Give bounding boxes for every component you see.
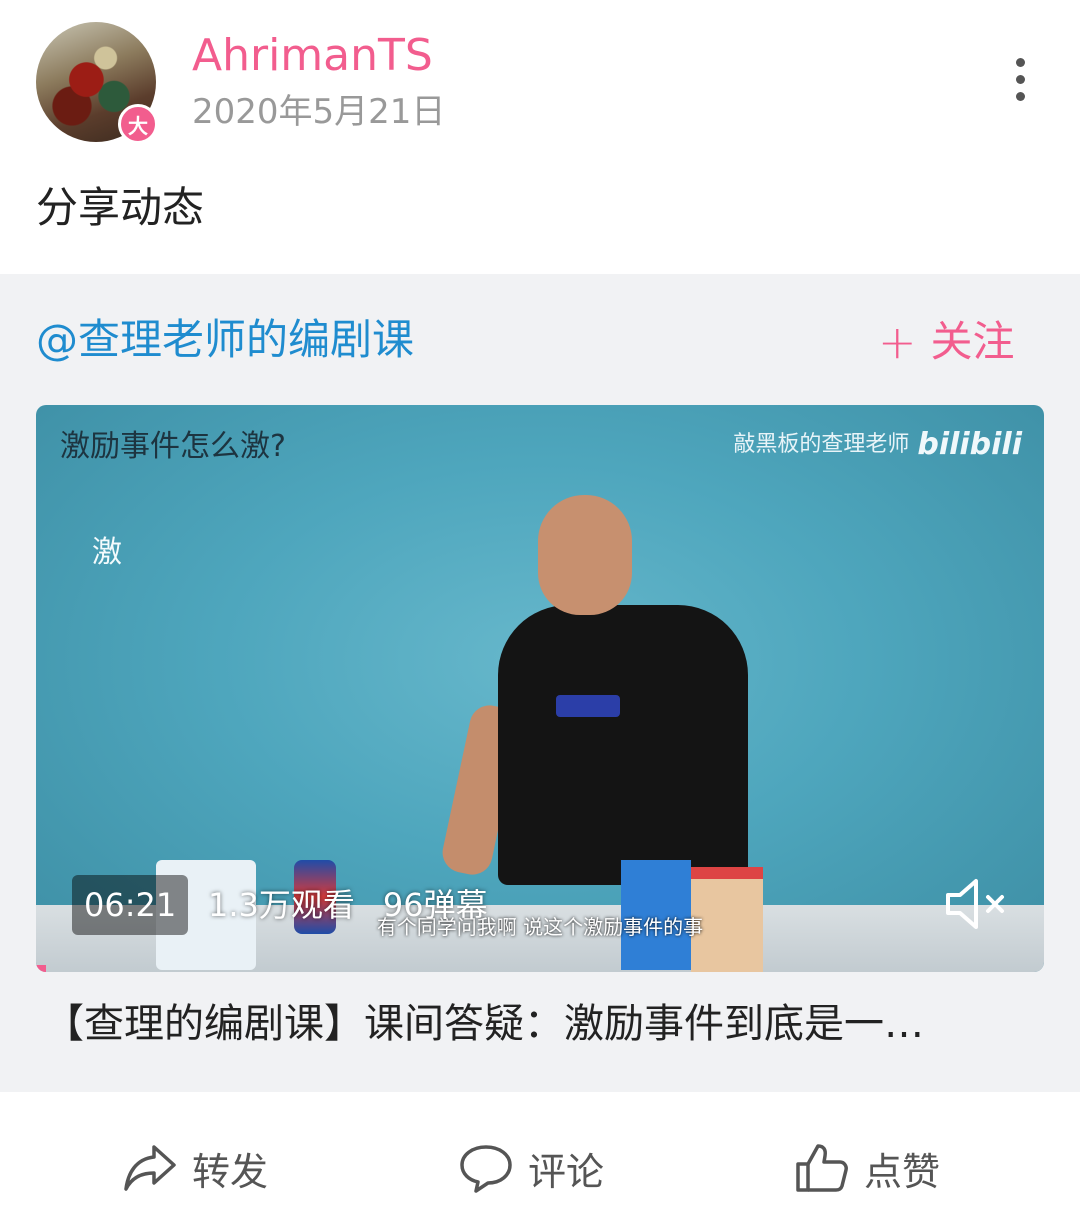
video-overlay-title: 激励事件怎么激? (60, 429, 286, 464)
view-count: 1.3万观看 (208, 886, 355, 924)
more-options-icon[interactable] (1006, 58, 1034, 106)
thumbs-up-icon (796, 1144, 848, 1192)
chalk-writing: 激 (92, 535, 122, 570)
video-progress-bar (36, 965, 46, 972)
vip-badge: 大 (118, 104, 158, 144)
person-torso (498, 605, 748, 885)
shirt-logo (556, 695, 620, 717)
like-label: 点赞 (864, 1149, 941, 1194)
video-duration: 06:21 (72, 875, 189, 935)
video-title[interactable]: 【查理的编剧课】课间答疑：激励事件到底是一… (44, 998, 1034, 1050)
watermark: 敲黑板的查理老师 bilibili (733, 427, 1022, 463)
watermark-text: 敲黑板的查理老师 (733, 432, 910, 457)
share-arrow-icon (124, 1145, 176, 1191)
mute-icon[interactable] (942, 873, 1012, 935)
follow-button[interactable]: + 关注 (878, 314, 1015, 370)
comment-button[interactable]: 评论 (458, 1138, 604, 1198)
like-button[interactable]: 点赞 (794, 1138, 940, 1198)
bilibili-logo: bilibili (917, 427, 1022, 462)
person-head (538, 495, 632, 615)
video-player[interactable]: 激励事件怎么激? 敲黑板的查理老师 bilibili 激 有个同学问我啊 说这个… (36, 405, 1044, 972)
danmaku-count: 96弹幕 (382, 886, 488, 924)
comment-bubble-icon (460, 1145, 512, 1193)
comment-label: 评论 (528, 1149, 605, 1194)
post-date: 2020年5月21日 (192, 92, 446, 132)
username[interactable]: AhrimanTS (192, 30, 433, 82)
post-text: 分享动态 (36, 183, 205, 232)
video-stats: 1.3万观看 96弹幕 (208, 883, 488, 927)
shared-author-link[interactable]: @查理老师的编剧课 (36, 312, 414, 368)
plus-icon: + (878, 315, 917, 369)
share-button[interactable]: 转发 (122, 1138, 268, 1198)
share-label: 转发 (192, 1149, 269, 1194)
follow-label: 关注 (930, 317, 1015, 366)
